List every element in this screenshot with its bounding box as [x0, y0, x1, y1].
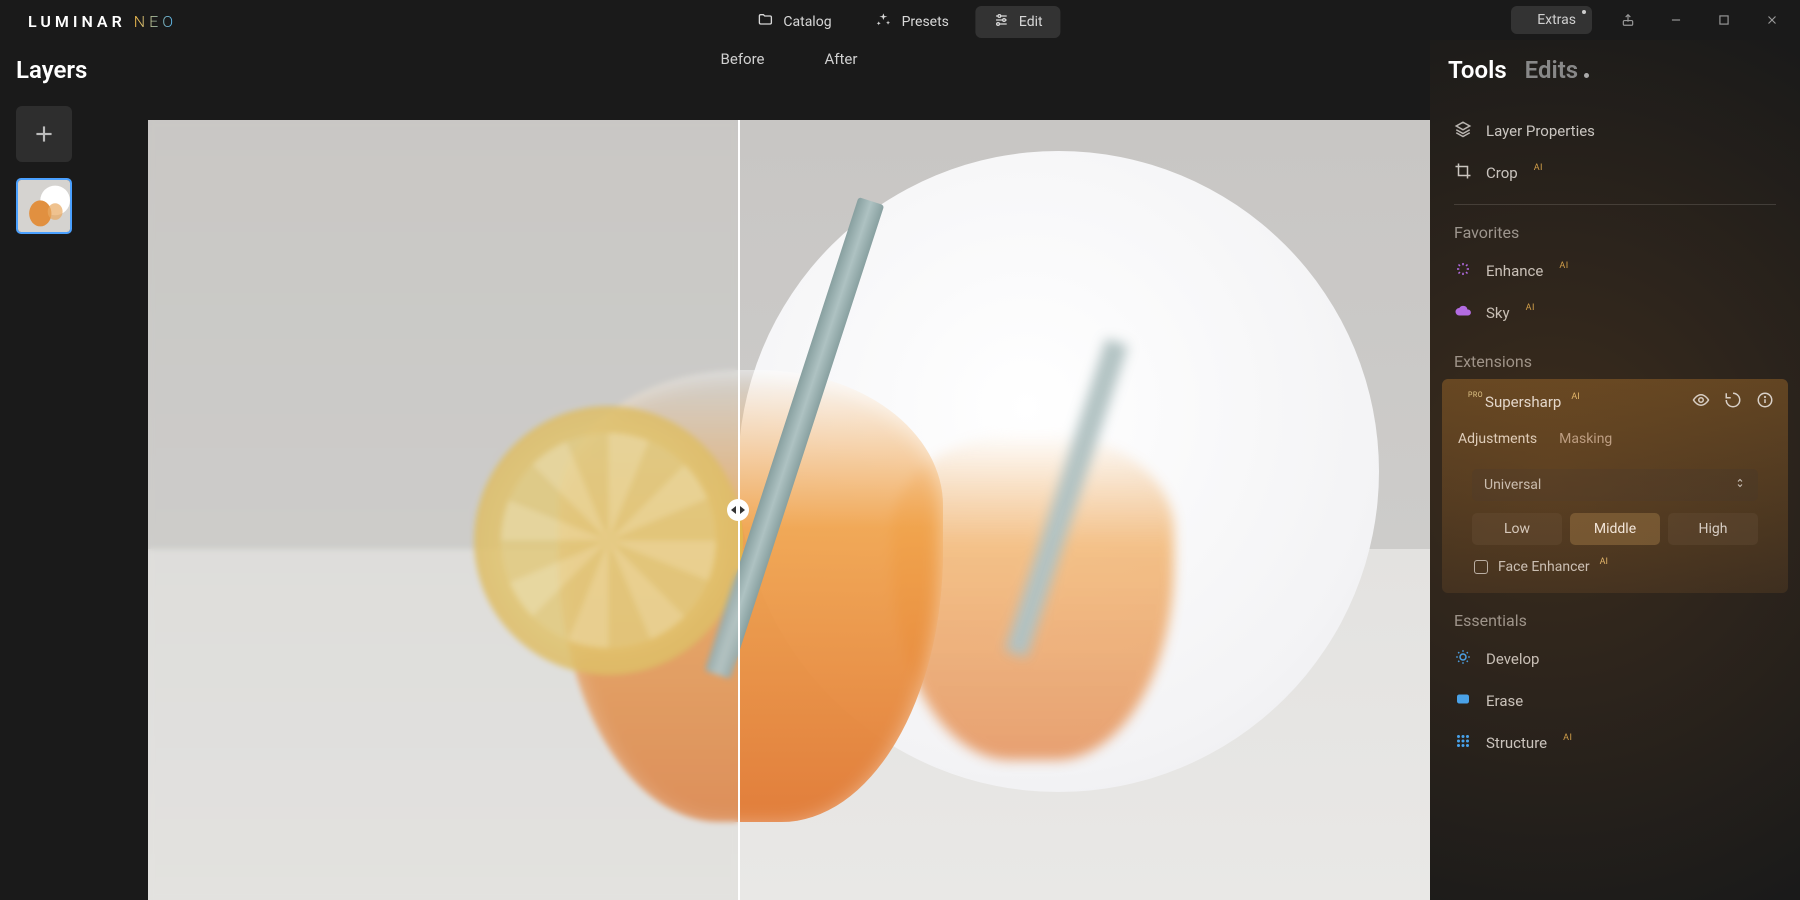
pro-badge: PRO	[1468, 391, 1483, 399]
tool-structure[interactable]: Structure AI	[1448, 722, 1782, 764]
separator	[1454, 204, 1776, 205]
tool-erase[interactable]: Erase	[1448, 680, 1782, 722]
develop-icon	[1454, 648, 1472, 670]
tool-crop[interactable]: Crop AI	[1448, 152, 1782, 194]
window-minimize[interactable]	[1664, 8, 1688, 32]
layers-panel: Layers	[0, 40, 148, 900]
nav-catalog-label: Catalog	[783, 14, 831, 30]
updown-icon	[1734, 477, 1746, 493]
ai-badge: AI	[1571, 392, 1579, 402]
intensity-low[interactable]: Low	[1472, 513, 1562, 545]
tool-erase-label: Erase	[1486, 692, 1523, 710]
window-maximize[interactable]	[1712, 8, 1736, 32]
logo-text-b: NEO	[134, 12, 177, 31]
nav-edit-label: Edit	[1019, 14, 1043, 30]
erase-icon	[1454, 690, 1472, 712]
section-essentials: Essentials	[1454, 611, 1782, 630]
nav-presets[interactable]: Presets	[858, 6, 967, 38]
tool-develop-label: Develop	[1486, 650, 1539, 668]
main-nav: Catalog Presets Edit	[739, 6, 1060, 38]
tool-structure-label: Structure	[1486, 734, 1547, 752]
ai-badge: AI	[1534, 163, 1543, 173]
crop-icon	[1454, 162, 1472, 184]
nav-catalog[interactable]: Catalog	[739, 6, 849, 38]
logo-text-a: LUMINAR	[28, 12, 126, 31]
info-icon[interactable]	[1756, 391, 1774, 413]
before-label: Before	[721, 50, 765, 68]
tool-supersharp-panel: PRO Supersharp AI Adjustments Masking Un…	[1442, 379, 1788, 593]
tool-sky[interactable]: Sky AI	[1448, 292, 1782, 334]
supersharp-mode-value: Universal	[1484, 477, 1541, 493]
section-favorites: Favorites	[1454, 223, 1782, 242]
intensity-high[interactable]: High	[1668, 513, 1758, 545]
sliders-icon	[993, 12, 1009, 32]
tools-panel: Tools Edits Layer Properties Crop AI Fav…	[1430, 40, 1800, 900]
tool-layer-properties-label: Layer Properties	[1486, 122, 1595, 140]
visibility-icon[interactable]	[1692, 391, 1710, 413]
tool-sky-label: Sky	[1486, 304, 1510, 322]
tool-layer-properties[interactable]: Layer Properties	[1448, 110, 1782, 152]
cloud-icon	[1454, 302, 1472, 324]
enhance-icon	[1454, 260, 1472, 282]
titlebar: LUMINAR NEO Catalog Presets Edit	[0, 0, 1800, 40]
face-enhancer-label: Face Enhancer	[1498, 559, 1590, 575]
add-layer-button[interactable]	[16, 106, 72, 162]
edits-indicator-dot	[1584, 73, 1589, 78]
layers-title: Layers	[16, 56, 132, 84]
tool-enhance[interactable]: Enhance AI	[1448, 250, 1782, 292]
supersharp-subtabs: Adjustments Masking	[1442, 425, 1788, 457]
extras-notification-dot	[1582, 10, 1586, 14]
compare-labels: Before After	[148, 40, 1430, 80]
tool-develop[interactable]: Develop	[1448, 638, 1782, 680]
canvas-area: Before After	[148, 40, 1430, 900]
titlebar-right: Extras	[1511, 6, 1784, 34]
layers-icon	[1454, 120, 1472, 142]
before-side-overlay	[148, 120, 738, 900]
tab-edits[interactable]: Edits	[1525, 56, 1578, 84]
reset-icon[interactable]	[1724, 391, 1742, 413]
structure-icon	[1454, 732, 1472, 754]
section-extensions: Extensions	[1454, 352, 1782, 371]
app-logo: LUMINAR NEO	[28, 12, 177, 31]
ai-badge: AI	[1526, 303, 1535, 313]
thumbnail-image-icon	[18, 180, 70, 232]
tool-enhance-label: Enhance	[1486, 262, 1543, 280]
image-viewport[interactable]	[148, 120, 1430, 900]
subtab-adjustments[interactable]: Adjustments	[1458, 431, 1537, 447]
nav-presets-label: Presets	[902, 14, 949, 30]
intensity-middle[interactable]: Middle	[1570, 513, 1660, 545]
supersharp-intensity: Low Middle High	[1472, 513, 1758, 545]
nav-edit[interactable]: Edit	[975, 6, 1061, 38]
tab-tools[interactable]: Tools	[1448, 56, 1507, 84]
compare-slider-handle[interactable]	[727, 499, 749, 521]
share-button[interactable]	[1616, 8, 1640, 32]
layer-thumbnail[interactable]	[16, 178, 72, 234]
face-enhancer-checkbox[interactable]: Face Enhancer AI	[1474, 559, 1756, 575]
ai-badge: AI	[1563, 733, 1572, 743]
folder-icon	[757, 12, 773, 32]
extras-button[interactable]: Extras	[1511, 6, 1592, 34]
window-close[interactable]	[1760, 8, 1784, 32]
panel-tabs: Tools Edits	[1448, 56, 1782, 84]
checkbox-icon	[1474, 560, 1488, 574]
subtab-masking[interactable]: Masking	[1559, 431, 1612, 447]
after-label: After	[825, 50, 858, 68]
ai-badge: AI	[1559, 261, 1568, 271]
supersharp-header[interactable]: PRO Supersharp AI	[1442, 379, 1788, 425]
ai-badge: AI	[1600, 557, 1608, 567]
extras-label: Extras	[1537, 12, 1576, 28]
sparkle-icon	[876, 12, 892, 32]
supersharp-mode-select[interactable]: Universal	[1472, 469, 1758, 501]
supersharp-title: Supersharp	[1485, 393, 1561, 411]
tool-crop-label: Crop	[1486, 164, 1518, 182]
